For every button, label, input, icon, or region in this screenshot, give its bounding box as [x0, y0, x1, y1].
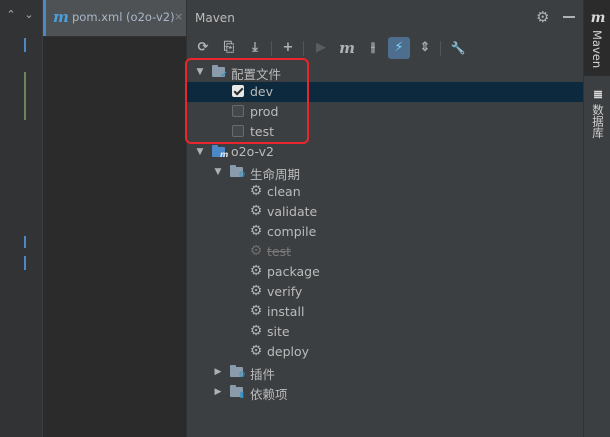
toolbar-separator — [303, 41, 304, 56]
panel-title-bar: Maven ⚙ — [187, 0, 583, 36]
toolbar-separator — [440, 41, 441, 56]
goal-label: compile — [267, 224, 317, 239]
goal-label: test — [267, 244, 292, 259]
collapse-all-icon[interactable]: ⇕ — [414, 37, 436, 59]
lifecycle-goal-install[interactable]: ⚙ install — [187, 302, 583, 322]
dependencies-folder-icon: ▮ — [230, 385, 246, 399]
close-icon[interactable]: × — [174, 10, 183, 23]
goal-label: deploy — [267, 344, 310, 359]
maven-file-icon: m — [53, 8, 69, 26]
tree-node-project[interactable]: ▼ m o2o-v2 — [187, 142, 583, 162]
change-marker — [24, 256, 26, 270]
maven-project-icon: m — [212, 145, 228, 159]
run-icon[interactable]: ▶ — [310, 37, 332, 59]
change-marker — [24, 236, 26, 248]
tree-node-label: 生命周期 — [250, 167, 301, 182]
lifecycle-goal-verify[interactable]: ⚙ verify — [187, 282, 583, 302]
tree-node-label: o2o-v2 — [231, 144, 275, 159]
lifecycle-goal-deploy[interactable]: ⚙ deploy — [187, 342, 583, 362]
tree-node-label: 插件 — [250, 367, 276, 382]
download-icon[interactable]: ⤓ — [244, 37, 266, 59]
folder-generate-icon[interactable]: ⎘ — [218, 37, 240, 59]
tree-node-lifecycle[interactable]: ▼ ⚙ 生命周期 — [187, 162, 583, 182]
chevron-up-icon[interactable]: ⌃ — [4, 8, 18, 22]
maven-icon: m — [590, 10, 606, 26]
maven-toolbar: ⟳ ⎘ ⤓ + ▶ m ⫲ ⚡ ⇕ 🔧 — [187, 36, 583, 60]
lifecycle-goal-clean[interactable]: ⚙ clean — [187, 182, 583, 202]
gear-icon[interactable]: ⚙ — [536, 9, 549, 25]
right-tool-strip: m Maven ≣ 数据库 — [583, 0, 610, 437]
minimize-icon[interactable] — [563, 16, 575, 18]
lifecycle-goal-site[interactable]: ⚙ site — [187, 322, 583, 342]
add-icon[interactable]: + — [277, 37, 299, 59]
toggle-offline-icon[interactable]: ⫲ — [362, 37, 384, 59]
gear-icon: ⚙ — [249, 303, 263, 319]
database-icon: ≣ — [592, 87, 604, 101]
skip-tests-icon[interactable]: ⚡ — [388, 37, 410, 59]
goal-label: install — [267, 304, 305, 319]
tree-node-label: 依赖项 — [250, 387, 288, 402]
plugins-folder-icon: ⚙ — [230, 365, 246, 379]
gear-icon: ⚙ — [249, 223, 263, 239]
editor-area: m pom.xml (o2o-v2) × — [43, 0, 187, 437]
chevron-down-icon[interactable]: ▼ — [195, 145, 205, 159]
lifecycle-folder-icon: ⚙ — [230, 165, 246, 179]
goal-label: package — [267, 264, 320, 279]
chevron-right-icon[interactable]: ▶ — [213, 385, 223, 399]
chevron-right-icon[interactable]: ▶ — [213, 365, 223, 379]
gear-icon: ⚙ — [249, 183, 263, 199]
gear-icon: ⚙ — [249, 283, 263, 299]
lifecycle-goal-test[interactable]: ⚙ test — [187, 242, 583, 262]
tree-node-plugins[interactable]: ▶ ⚙ 插件 — [187, 362, 583, 382]
maven-side-tab-label: Maven — [590, 30, 604, 69]
goal-label: site — [267, 324, 290, 339]
editor-gutter: ⌃ ⌄ — [0, 0, 43, 437]
goal-label: verify — [267, 284, 303, 299]
maven-goal-icon[interactable]: m — [336, 37, 358, 59]
chevron-down-icon[interactable]: ▼ — [213, 165, 223, 179]
database-side-tab-label: 数据库 — [591, 104, 605, 139]
lifecycle-goal-package[interactable]: ⚙ package — [187, 262, 583, 282]
maven-side-tab[interactable]: m Maven — [584, 0, 610, 76]
gear-icon: ⚙ — [249, 343, 263, 359]
gear-icon: ⚙ — [249, 243, 263, 259]
gear-icon: ⚙ — [249, 263, 263, 279]
panel-title: Maven — [195, 11, 235, 25]
goal-label: clean — [267, 184, 301, 199]
goal-label: validate — [267, 204, 318, 219]
gear-icon: ⚙ — [249, 203, 263, 219]
editor-tab-pom[interactable]: m pom.xml (o2o-v2) × — [43, 0, 186, 36]
tree-node-dependencies[interactable]: ▶ ▮ 依赖项 — [187, 382, 583, 402]
database-side-tab[interactable]: ≣ 数据库 — [584, 82, 610, 142]
editor-tab-label: pom.xml (o2o-v2) — [72, 10, 175, 24]
settings-wrench-icon[interactable]: 🔧 — [447, 37, 469, 59]
toolbar-separator — [271, 41, 272, 56]
lifecycle-goal-compile[interactable]: ⚙ compile — [187, 222, 583, 242]
chevron-down-icon[interactable]: ⌄ — [22, 8, 36, 22]
editor-tab-bar: m pom.xml (o2o-v2) × — [43, 0, 186, 37]
change-marker — [24, 38, 26, 52]
lifecycle-goal-validate[interactable]: ⚙ validate — [187, 202, 583, 222]
reload-icon[interactable]: ⟳ — [192, 37, 214, 59]
change-marker — [24, 72, 26, 120]
gear-icon: ⚙ — [249, 323, 263, 339]
annotation-highlight-box — [185, 58, 309, 144]
